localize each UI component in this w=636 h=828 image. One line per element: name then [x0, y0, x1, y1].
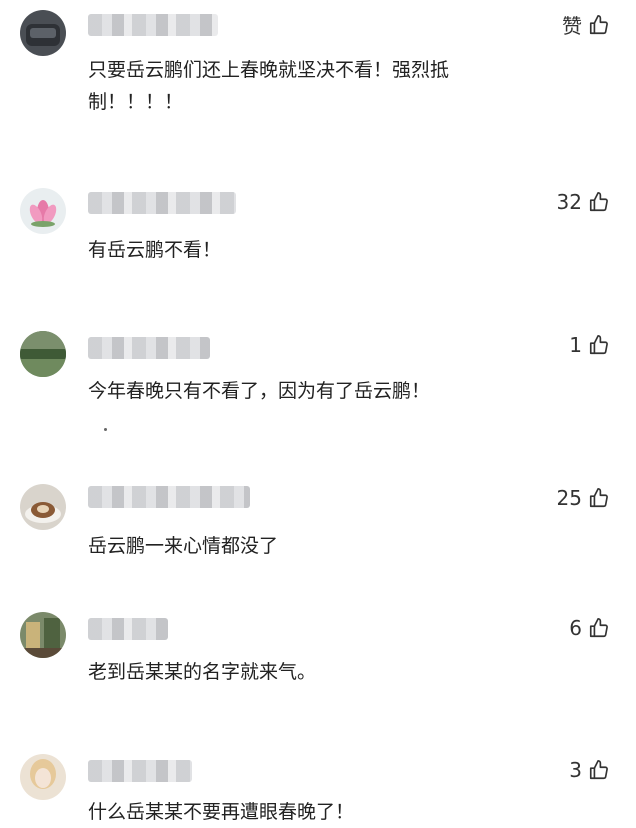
thumbs-up-icon [589, 488, 608, 508]
stray-dot [104, 428, 107, 431]
avatar-image [20, 188, 66, 234]
like-count: 赞 [562, 14, 582, 38]
avatar[interactable] [20, 331, 66, 377]
username-blurred[interactable] [88, 14, 218, 36]
username-blurred[interactable] [88, 192, 236, 214]
like-button[interactable]: 6 [569, 616, 610, 640]
thumbs-up-icon [589, 760, 608, 780]
username-blurred[interactable] [88, 618, 168, 640]
comment-item: 岳云鹏一来心情都没了 25 [0, 478, 636, 598]
comment-item: 只要岳云鹏们还上春晚就坚决不看！强烈抵制！！！！ 赞 [0, 0, 636, 150]
like-count: 32 [556, 190, 582, 214]
comment-text: 只要岳云鹏们还上春晚就坚决不看！强烈抵制！！！！ [88, 59, 450, 113]
comment-item: 老到岳某某的名字就来气。 6 [0, 608, 636, 728]
avatar[interactable] [20, 754, 66, 800]
avatar-image [20, 10, 66, 56]
comment-item: 今年春晚只有不看了，因为有了岳云鹏！ 1 [0, 325, 636, 455]
like-button[interactable]: 赞 [562, 10, 610, 39]
avatar-image [20, 612, 66, 658]
avatar[interactable] [20, 10, 66, 56]
thumbs-up-icon [589, 14, 608, 34]
avatar[interactable] [20, 484, 66, 530]
comment-text: 什么岳某某不要再遭眼春晚了！ [88, 801, 355, 823]
avatar-image [20, 754, 66, 800]
like-button[interactable]: 32 [557, 190, 610, 214]
avatar[interactable] [20, 612, 66, 658]
username-blurred[interactable] [88, 486, 250, 508]
thumbs-up-icon [589, 192, 608, 212]
like-count: 6 [569, 616, 582, 640]
comment-text: 老到岳某某的名字就来气。 [88, 661, 317, 683]
thumbs-up-icon [589, 335, 608, 355]
comment-text: 有岳云鹏不看！ [88, 239, 222, 261]
avatar-image [20, 484, 66, 530]
comment-item: 什么岳某某不要再遭眼春晚了！ 3 [0, 752, 636, 823]
thumbs-up-icon [589, 618, 608, 638]
comment-text: 岳云鹏一来心情都没了 [88, 535, 279, 557]
like-button[interactable]: 3 [569, 758, 610, 782]
avatar[interactable] [20, 188, 66, 234]
like-count: 25 [556, 486, 582, 510]
username-blurred[interactable] [88, 760, 192, 782]
like-button[interactable]: 1 [569, 333, 610, 357]
like-count: 3 [569, 758, 582, 782]
avatar-image [20, 331, 66, 377]
like-count: 1 [569, 333, 582, 357]
comment-item: 有岳云鹏不看！ 32 [0, 180, 636, 300]
like-button[interactable]: 25 [557, 486, 610, 510]
username-blurred[interactable] [88, 337, 210, 359]
comment-text: 今年春晚只有不看了，因为有了岳云鹏！ [88, 380, 431, 402]
